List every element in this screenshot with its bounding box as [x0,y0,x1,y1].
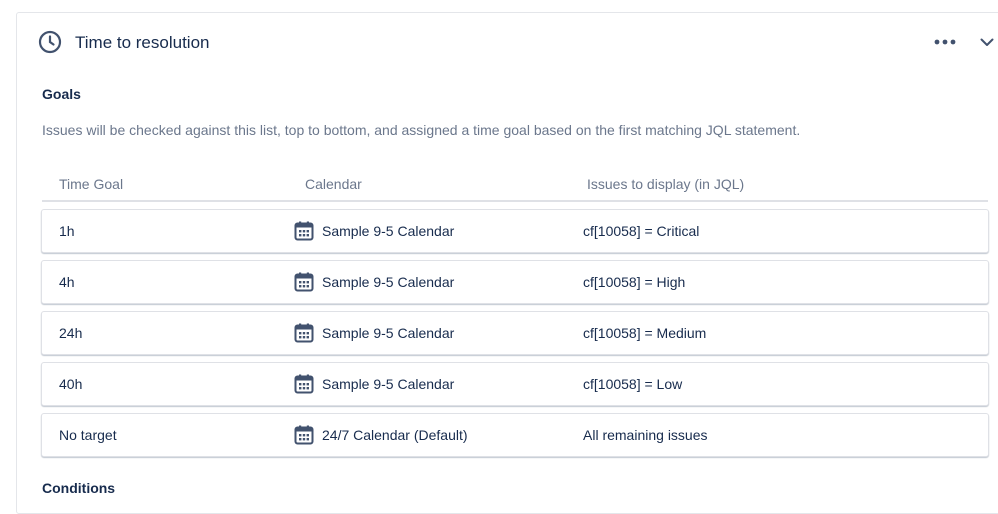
header-divider [42,200,988,202]
goals-heading: Goals [42,86,81,102]
collapse-button[interactable] [976,30,998,54]
table-row[interactable]: No target 24/7 Calendar (Default) All rema… [41,413,989,457]
table-row[interactable]: 40h Sample 9-5 Calendar cf[10058] = Low [41,362,989,406]
time-goal-cell: No target [59,427,117,443]
table-row[interactable]: 4h Sample 9-5 Calendar cf[10058] = High [41,260,989,304]
calendar-cell: Sample 9-5 Calendar [322,274,455,290]
calendar-cell: 24/7 Calendar (Default) [322,427,468,443]
jql-cell: cf[10058] = Medium [583,325,707,341]
calendar-cell: Sample 9-5 Calendar [322,325,455,341]
goals-description: Issues will be checked against this list… [42,122,801,138]
conditions-heading: Conditions [42,480,116,496]
calendar-cell: Sample 9-5 Calendar [322,223,455,239]
calendar-icon [294,221,314,241]
panel-title: Time to resolution [75,33,210,52]
time-goal-cell: 24h [59,325,83,341]
column-header-jql: Issues to display (in JQL) [587,176,745,192]
calendar-icon [294,323,314,343]
time-goal-cell: 4h [59,274,75,290]
calendar-icon [294,425,314,445]
more-icon [934,39,956,45]
time-goal-cell: 40h [59,376,83,392]
table-row[interactable]: 24h Sample 9-5 Calendar cf[10058] = Medium [41,311,989,355]
time-goal-cell: 1h [59,223,75,239]
chevron-down-icon [980,38,994,46]
jql-cell: All remaining issues [583,427,708,443]
jql-cell: cf[10058] = High [583,274,686,290]
clock-icon [38,30,62,54]
jql-cell: cf[10058] = Critical [583,223,700,239]
calendar-icon [294,374,314,394]
table-row[interactable]: 1h Sample 9-5 Calendar cf[10058] = Critica… [41,209,989,253]
jql-cell: cf[10058] = Low [583,376,683,392]
column-header-calendar: Calendar [305,176,362,192]
more-actions-button[interactable] [932,30,958,54]
calendar-icon [294,272,314,292]
column-header-time-goal: Time Goal [59,176,124,192]
calendar-cell: Sample 9-5 Calendar [322,376,455,392]
